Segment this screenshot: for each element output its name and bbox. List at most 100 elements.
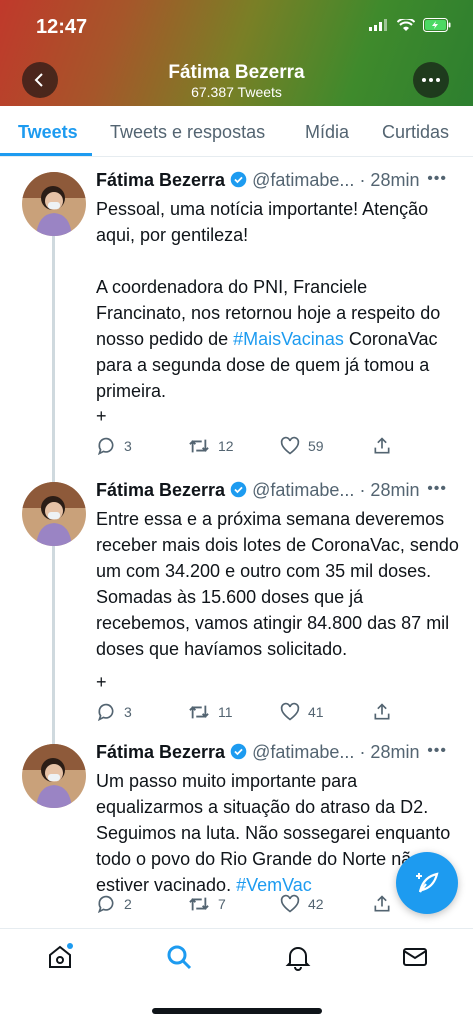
status-bar: 12:47 [0, 0, 473, 54]
profile-name: Fátima Bezerra [168, 62, 305, 83]
share-button[interactable] [372, 436, 392, 456]
hashtag-link[interactable]: #MaisVacinas [233, 329, 344, 349]
compose-tweet-button[interactable] [396, 852, 458, 914]
share-icon [374, 703, 390, 720]
retweet-count: 7 [218, 896, 226, 912]
tweet-menu-icon[interactable]: ••• [427, 170, 447, 188]
text-span: Pessoal, uma notícia importante! Atenção… [96, 199, 429, 245]
retweet-button[interactable]: 7 [188, 894, 226, 914]
home-icon [49, 943, 73, 968]
compose-feather-icon [416, 872, 439, 893]
wifi-icon [397, 18, 415, 31]
like-count: 42 [308, 896, 324, 912]
tweet-header: Fátima Bezerra @fatimabe... · 28min [96, 480, 456, 504]
retweet-button[interactable]: 11 [188, 702, 233, 722]
nav-search[interactable] [165, 943, 193, 976]
reply-icon [97, 437, 114, 456]
share-icon [374, 437, 390, 454]
tweet-actions: 2 7 42 [96, 894, 396, 918]
profile-header: 12:47 Fátima Bezerra 67.387 Tweets [0, 0, 473, 106]
heart-icon [280, 894, 300, 913]
bell-icon [285, 947, 311, 971]
thread-expand[interactable]: + [96, 672, 107, 693]
like-button[interactable]: 42 [280, 894, 324, 914]
tab-tweets[interactable]: Tweets [18, 122, 78, 143]
profile-tabs: Tweets Tweets e respostas Mídia Curtidas [0, 106, 473, 157]
heart-icon [280, 702, 300, 721]
text-span: Entre essa e a próxima semana deveremos … [96, 509, 459, 659]
author-name[interactable]: Fátima Bezerra [96, 170, 225, 190]
tweet-count: 67.387 Tweets [191, 84, 282, 100]
battery-charging-icon [423, 18, 451, 32]
like-count: 41 [308, 704, 324, 720]
thread-expand[interactable]: + [96, 406, 107, 427]
share-button[interactable] [372, 894, 392, 914]
home-indicator[interactable] [152, 1008, 322, 1014]
hashtag-link[interactable]: #VemVac [236, 875, 312, 895]
tweet-time: · 28min [359, 742, 420, 762]
more-options-button[interactable] [413, 62, 449, 98]
author-handle[interactable]: @fatimabe... [252, 742, 354, 762]
heart-icon [280, 436, 300, 455]
tweet-menu-icon[interactable]: ••• [427, 742, 447, 760]
tweet-paragraph: Entre essa e a próxima semana deveremos … [96, 506, 461, 662]
tab-likes[interactable]: Curtidas [382, 122, 449, 143]
status-time: 12:47 [36, 16, 88, 38]
tweet-actions: 3 12 59 [96, 436, 396, 460]
tweet-time: · 28min [359, 170, 420, 190]
tweet-text: Entre essa e a próxima semana deveremos … [96, 506, 461, 662]
reply-count: 2 [124, 896, 132, 912]
tweet-paragraph: Pessoal, uma notícia importante! Atenção… [96, 196, 461, 248]
like-count: 59 [308, 438, 324, 454]
reply-button[interactable]: 2 [96, 894, 132, 914]
author-name[interactable]: Fátima Bezerra [96, 742, 225, 762]
share-button[interactable] [372, 702, 392, 722]
share-icon [374, 895, 390, 912]
avatar[interactable] [22, 172, 86, 236]
tweet-actions: 3 11 41 [96, 702, 396, 726]
thread-connector [52, 546, 55, 744]
reply-count: 3 [124, 704, 132, 720]
tab-media[interactable]: Mídia [305, 122, 349, 143]
like-button[interactable]: 41 [280, 702, 324, 722]
author-name[interactable]: Fátima Bezerra [96, 480, 225, 500]
verified-badge-icon [230, 743, 247, 760]
nav-messages[interactable] [401, 943, 429, 976]
avatar[interactable] [22, 744, 86, 808]
more-icon [422, 78, 440, 82]
tab-tweets-replies[interactable]: Tweets e respostas [110, 122, 265, 143]
reply-icon [97, 895, 114, 914]
tweet-time: · 28min [359, 480, 420, 500]
verified-badge-icon [230, 481, 247, 498]
retweet-count: 12 [218, 438, 234, 454]
tweet-paragraph: A coordenadora do PNI, Franciele Francin… [96, 274, 461, 404]
search-icon [167, 945, 192, 970]
retweet-count: 11 [218, 704, 233, 720]
verified-badge-icon [230, 171, 247, 188]
profile-photo [22, 744, 86, 808]
reply-button[interactable]: 3 [96, 436, 132, 456]
nav-home[interactable] [46, 943, 74, 976]
nav-notifications[interactable] [284, 943, 312, 976]
tweet-menu-icon[interactable]: ••• [427, 480, 447, 498]
tweet-header: Fátima Bezerra @fatimabe... · 28min [96, 170, 456, 194]
author-handle[interactable]: @fatimabe... [252, 480, 354, 500]
reply-icon [97, 703, 114, 722]
status-icons [369, 18, 451, 32]
retweet-icon [189, 439, 209, 453]
reply-button[interactable]: 3 [96, 702, 132, 722]
profile-photo [22, 172, 86, 236]
thread-connector [52, 236, 55, 482]
like-button[interactable]: 59 [280, 436, 324, 456]
envelope-icon [403, 948, 427, 966]
retweet-icon [189, 897, 209, 911]
active-tab-indicator [0, 153, 92, 156]
tweet-header: Fátima Bezerra @fatimabe... · 28min [96, 742, 456, 766]
retweet-icon [189, 705, 209, 719]
reply-count: 3 [124, 438, 132, 454]
avatar[interactable] [22, 482, 86, 546]
retweet-button[interactable]: 12 [188, 436, 234, 456]
author-handle[interactable]: @fatimabe... [252, 170, 354, 190]
tweet-text: Pessoal, uma notícia importante! Atenção… [96, 196, 461, 404]
profile-photo [22, 482, 86, 546]
